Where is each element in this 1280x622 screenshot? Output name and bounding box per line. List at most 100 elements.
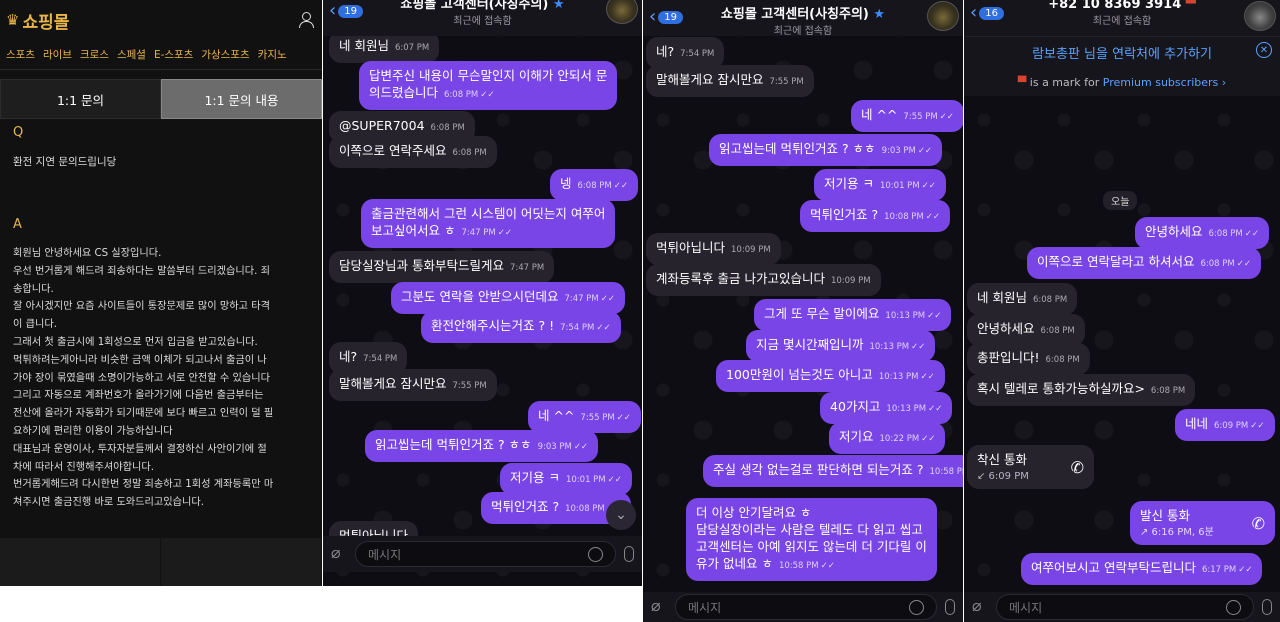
close-icon[interactable]: ✕	[1256, 42, 1272, 58]
incoming-message[interactable]: 네 회원님 6:08 PM	[967, 283, 1078, 315]
outgoing-message[interactable]: 그게 또 무슨 말이에요 10:13 PM ✓✓	[754, 299, 952, 331]
message-input[interactable]: 메시지	[996, 594, 1254, 620]
incoming-message[interactable]: 먹튀아닙니다 10:09 PM	[646, 233, 781, 265]
outgoing-message[interactable]: 지금 몇시간째입니까 10:13 PM ✓✓	[746, 330, 936, 362]
input-placeholder: 메시지	[688, 600, 722, 615]
add-contact-link[interactable]: 람보총판 님을 연락처에 추가하기	[964, 43, 1280, 62]
read-check-icon: ✓✓	[607, 475, 622, 485]
incoming-message[interactable]: 총판입니다! 6:08 PM	[967, 343, 1090, 375]
outgoing-message[interactable]: 읽고씹는데 먹튀인거죠 ? ㅎㅎ 9:03 PM ✓✓	[709, 134, 943, 166]
incoming-message[interactable]: 담당실장님과 통화부탁드릴게요 7:47 PM	[329, 251, 555, 283]
attach-icon[interactable]: ⌀	[331, 545, 347, 563]
tab-inquiry[interactable]: 1:1 문의	[0, 79, 161, 119]
star-icon: ★	[552, 0, 565, 12]
chat-title: 쇼핑몰 고객센터(사칭주의) ★	[323, 0, 642, 12]
message-text: 네 회원님 6:08 PM	[977, 290, 1068, 305]
avatar[interactable]	[1244, 1, 1276, 31]
category-esports[interactable]: E-스포츠	[154, 47, 193, 62]
message-time: 6:08 PM	[444, 90, 479, 100]
message-time: 7:54 PM	[363, 354, 398, 364]
message-time: 7:55 PM	[452, 381, 487, 391]
outgoing-message[interactable]: 여쭈어보시고 연락부탁드립니다 6:17 PM ✓✓	[1021, 553, 1263, 585]
message-time: 10:09 PM	[830, 276, 871, 286]
message-time: 7:54 PM	[560, 323, 595, 333]
outgoing-message[interactable]: 이쪽으로 연락달라고 하셔서요 6:08 PM ✓✓	[1027, 247, 1261, 279]
message-text: 네? 7:54 PM	[339, 349, 398, 364]
phone-icon: ✆	[1251, 514, 1265, 533]
sticker-icon[interactable]	[909, 599, 924, 615]
category-special[interactable]: 스페셜	[117, 47, 146, 62]
outgoing-message[interactable]: 넹 6:08 PM ✓✓	[550, 169, 639, 201]
logo-text: 쇼핑몰	[22, 12, 70, 33]
read-check-icon: ✓✓	[613, 181, 629, 191]
category-virtual-sports[interactable]: 가상스포츠	[201, 47, 249, 62]
outgoing-message[interactable]: 그분도 연락을 안받으시던데요 7:47 PM ✓✓	[391, 282, 625, 314]
message-input-bar: ⌀ 메시지	[964, 592, 1280, 622]
message-time: 6:07 PM	[394, 43, 430, 53]
outgoing-message[interactable]: 100만원이 넘는것도 아니고 10:13 PM ✓✓	[716, 360, 945, 392]
category-live[interactable]: 라이브	[43, 47, 72, 62]
chat-header: 쇼핑몰 고객센터(사칭주의) ★ 최근에 접속함 ‹ 19	[643, 0, 963, 37]
outgoing-message[interactable]: 더 이상 안기달려요 ㅎ 담당실장이라는 사람은 텔레도 다 읽고 씹고 고객센터는…	[686, 498, 937, 581]
chat-panel-2: 쇼핑몰 고객센터(사칭주의) ★ 최근에 접속함 ‹ 19 네? 7:54 PM 말해…	[643, 0, 963, 622]
read-check-icon: ✓✓	[616, 413, 631, 423]
outgoing-message[interactable]: 네 ^^ 7:55 PM ✓✓	[528, 401, 641, 433]
microphone-icon[interactable]	[624, 546, 634, 562]
outgoing-message[interactable]: 환전안해주시는거죠 ? ! 7:54 PM ✓✓	[421, 311, 621, 343]
shop-topbar: ♛ 쇼핑몰	[0, 0, 322, 40]
sticker-icon[interactable]	[1226, 599, 1241, 615]
outgoing-message[interactable]: 40가지고 10:13 PM ✓✓	[820, 392, 953, 424]
answer-text: 회원님 안녕하세요 CS 실장입니다. 우선 번거롭게 해드려 죄송하다는 말씀…	[13, 248, 274, 509]
user-icon[interactable]	[298, 12, 314, 28]
category-sports[interactable]: 스포츠	[6, 47, 35, 62]
chat-header: +82 10 8369 3914 ▀ 최근에 접속함 ‹ 16	[964, 0, 1280, 36]
microphone-icon[interactable]	[1262, 599, 1272, 615]
attach-icon[interactable]: ⌀	[651, 598, 667, 616]
read-check-icon: ✓✓	[497, 228, 512, 238]
outgoing-message[interactable]: 저기용 ㅋ 10:01 PM ✓✓	[500, 463, 632, 495]
incoming-message[interactable]: 말해볼게요 잠시만요 7:55 PM	[646, 65, 814, 97]
sticker-icon[interactable]	[588, 546, 603, 562]
outgoing-message[interactable]: 주실 생각 없는걸로 판단하면 되는거죠 ?10:58 PM✓✓	[703, 455, 963, 487]
outgoing-message[interactable]: 저기용 ㅋ 10:01 PM ✓✓	[814, 169, 946, 201]
microphone-icon[interactable]	[945, 599, 955, 615]
scroll-down-button[interactable]: ⌄	[606, 500, 636, 530]
read-check-icon: ✓✓	[596, 323, 611, 333]
outgoing-message[interactable]: 읽고씹는데 먹튀인거죠 ? ㅎㅎ 9:03 PM ✓✓	[365, 430, 599, 462]
incoming-message[interactable]: 혹시 텔레로 통화가능하실까요> 6:08 PM	[967, 374, 1196, 406]
read-check-icon: ✓✓	[939, 112, 954, 122]
message-input[interactable]: 메시지	[675, 594, 937, 620]
message-time: 10:08 PM	[565, 504, 605, 514]
incoming-message[interactable]: 이쪽으로 연락주세요 6:08 PM	[329, 136, 497, 168]
incoming-message[interactable]: 계좌등록후 출금 나가고있습니다 10:09 PM	[646, 264, 881, 296]
outgoing-message[interactable]: 저기요 10:22 PM ✓✓	[829, 422, 946, 454]
message-text: 저기용 ㅋ 10:01 PM ✓✓	[510, 470, 622, 485]
outgoing-message[interactable]: 네 ^^ 7:55 PM ✓✓	[851, 100, 963, 132]
outgoing-call-card[interactable]: 발신 통화 ↗ 6:16 PM, 6분 ✆	[1130, 501, 1275, 545]
avatar[interactable]	[927, 1, 959, 31]
chevron-down-icon: ⌄	[615, 507, 627, 523]
outgoing-message[interactable]: 출금관련해서 그런 시스템이 어딧는지 여쭈어 보고싶어서요 ㅎ 7:47 PM ✓✓	[361, 199, 616, 248]
call-label: 착신 통화	[977, 452, 1027, 467]
tab-inquiry-content[interactable]: 1:1 문의 내용	[161, 79, 322, 119]
outgoing-message[interactable]: 답변주신 내용이 무슨말인지 이해가 안되서 문 의드렸습니다 6:08 PM ✓✓	[359, 61, 618, 110]
category-casino[interactable]: 카지노	[258, 47, 287, 62]
message-time: 7:55 PM	[580, 413, 615, 423]
shop-logo[interactable]: ♛ 쇼핑몰	[6, 8, 69, 33]
message-time: 7:55 PM	[769, 77, 804, 87]
outgoing-message[interactable]: 네네 6:09 PM ✓✓	[1175, 409, 1275, 441]
incoming-message[interactable]: 말해볼게요 잠시만요 7:55 PM	[329, 369, 497, 401]
premium-link[interactable]: Premium subscribers ›	[1103, 76, 1226, 89]
incoming-message[interactable]: 안녕하세요 6:08 PM	[967, 314, 1085, 346]
attach-icon[interactable]: ⌀	[972, 598, 988, 616]
category-cross[interactable]: 크로스	[80, 47, 109, 62]
outgoing-message[interactable]: 안녕하세요 6:08 PM ✓✓	[1135, 217, 1270, 249]
message-input-bar: ⌀ 메시지	[323, 536, 642, 572]
outgoing-message[interactable]: 먹튀인거죠 ?10:08 PM✓✓	[800, 200, 951, 232]
incoming-call-card[interactable]: 착신 통화 ↙ 6:09 PM ✆	[967, 445, 1094, 489]
message-text: 저기요 10:22 PM ✓✓	[839, 429, 936, 444]
message-time: 10:01 PM	[879, 181, 920, 191]
message-text: 먹튀인거죠 ?10:08 PM✓✓	[491, 498, 621, 518]
message-text: 네? 7:54 PM	[656, 44, 715, 59]
message-input[interactable]: 메시지	[355, 541, 616, 567]
